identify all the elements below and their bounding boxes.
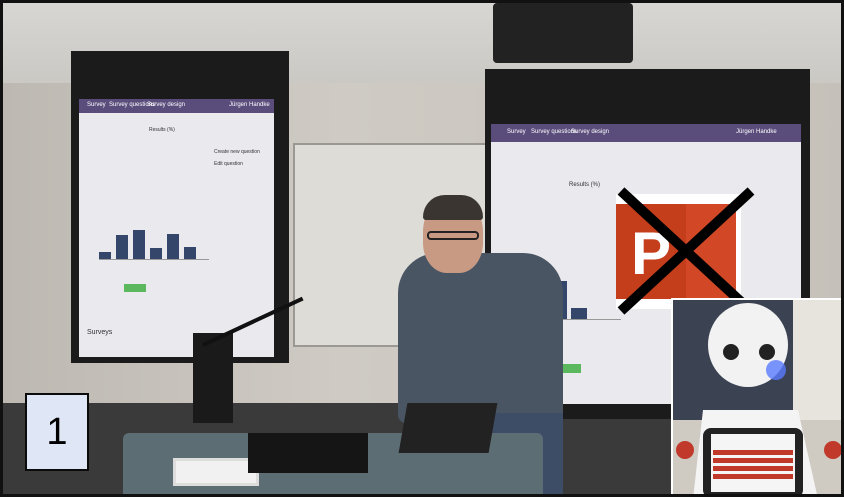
chart-bar — [99, 252, 111, 259]
left-nav-user: Jürgen Handke — [229, 102, 270, 108]
chart-bar — [571, 308, 587, 319]
left-screen-navbar: Survey Survey questions Survey design Jü… — [79, 99, 274, 113]
left-side-link: Create new question — [214, 149, 260, 155]
left-projection-screen: Survey Survey questions Survey design Jü… — [71, 51, 289, 363]
left-bar-chart — [99, 199, 209, 260]
right-screen-navbar: Survey Survey questions Survey design Jü… — [491, 124, 801, 142]
left-screen-display: Survey Survey questions Survey design Jü… — [79, 99, 274, 357]
tablet — [173, 458, 259, 486]
figure-number: 1 — [46, 410, 68, 453]
chart-bar — [116, 235, 128, 259]
chart-bar — [167, 234, 179, 259]
monitor — [193, 333, 233, 423]
left-nav-item: Survey design — [147, 102, 186, 108]
humanoid-robot-icon — [673, 300, 841, 494]
speaker-box — [248, 433, 368, 473]
projector — [493, 3, 633, 63]
right-nav-item: Survey — [507, 129, 526, 135]
presenter-body — [398, 253, 563, 423]
glasses-icon — [427, 231, 479, 240]
left-chart-heading: Results (%) — [149, 127, 175, 133]
right-nav-user: Jürgen Handke — [736, 129, 777, 135]
chart-bar — [184, 247, 196, 259]
left-green-button — [124, 284, 146, 292]
left-nav-item: Survey — [87, 102, 106, 108]
right-nav-item: Survey design — [571, 129, 610, 135]
classroom-photo: Survey Survey questions Survey design Jü… — [0, 0, 844, 497]
powerpoint-crossed-out-icon: P — [616, 187, 755, 315]
laptop — [398, 403, 498, 453]
presenter-hair — [423, 195, 483, 220]
figure-number-label: 1 — [25, 393, 89, 471]
right-chart-heading: Results (%) — [569, 182, 601, 188]
left-section-title: Surveys — [87, 329, 113, 336]
chart-bar — [133, 230, 145, 259]
robot-inset — [671, 298, 841, 494]
chart-bar — [150, 248, 162, 259]
left-side-link: Edit question — [214, 161, 243, 167]
